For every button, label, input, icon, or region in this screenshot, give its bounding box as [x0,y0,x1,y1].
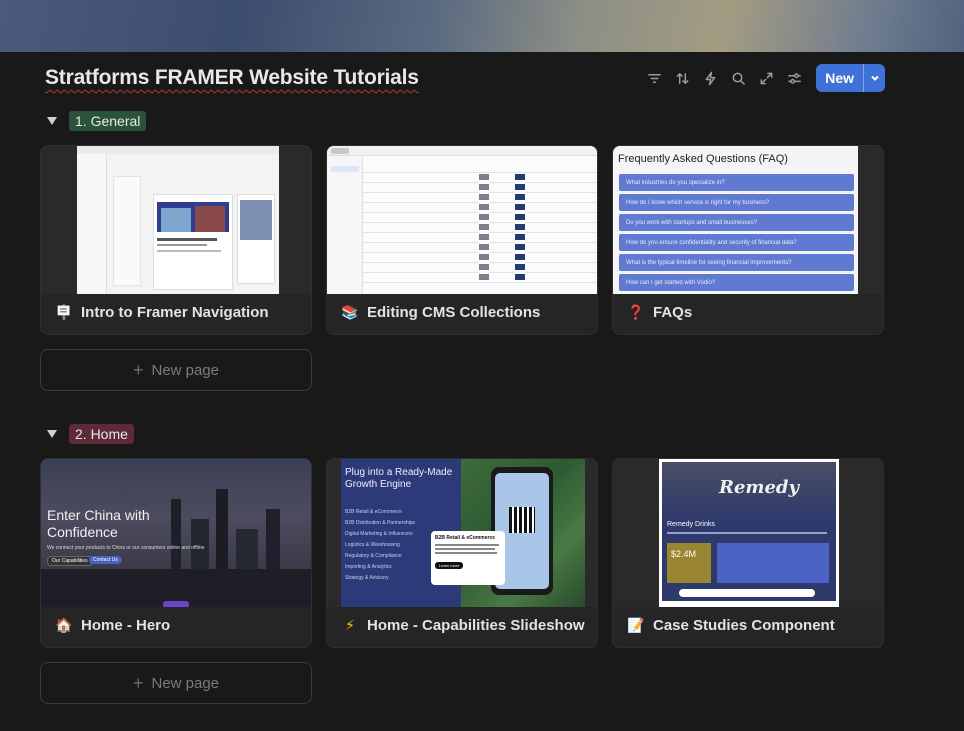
faq-item: How do you ensure confidentiality and se… [619,234,854,251]
capability-item: Logistics & Warehousing [345,542,400,548]
faq-item: How do I know which service is right for… [619,194,854,211]
lightning-icon: ⚡ [345,617,355,633]
hero-subtitle: We connect your products to China or our… [47,545,205,551]
capability-item: Strategy & Advisory [345,575,389,581]
group-header-general: 1. General [45,110,147,132]
filter-icon[interactable] [640,64,668,92]
capability-item: Regulatory & Compliance [345,553,402,559]
new-page-label: New page [151,361,220,379]
gallery-card[interactable]: 🪧 Intro to Framer Navigation [40,145,312,335]
new-button-label[interactable]: New [816,64,863,92]
signboard-icon: 🪧 [55,304,73,320]
card-title: ⚡ Home - Capabilities Slideshow [341,617,585,634]
gallery-card[interactable]: Plug into a Ready-Made Growth Engine B2B… [326,458,598,648]
question-mark-icon: ❓ [627,304,645,320]
collapse-toggle-icon[interactable] [45,427,59,441]
card-title-text: Case Studies Component [653,617,835,634]
card-thumbnail [327,146,597,294]
automation-icon[interactable] [696,64,724,92]
card-title-text: FAQs [653,304,693,321]
capability-item: Digital Marketing & Influencers [345,531,413,537]
books-icon: 📚 [341,304,359,320]
card-title: 📚 Editing CMS Collections [341,304,540,321]
page-header: Stratforms FRAMER Website Tutorials New [45,64,885,94]
gallery-card[interactable]: 📚 Editing CMS Collections [326,145,598,335]
new-page-label: New page [151,674,220,692]
popup-button: Learn more [435,562,464,569]
card-thumbnail: Remedy Remedy Drinks $2.4M [613,459,883,607]
capabilities-heading: Plug into a Ready-Made Growth Engine [345,467,453,490]
faq-item: What industries do you specialize in? [619,174,854,191]
card-title-text: Home - Capabilities Slideshow [367,617,585,634]
case-logo: Remedy [719,477,799,498]
capability-item: B2B Retail & eCommerce [345,509,402,515]
hero-button: Our Capabilities [47,556,93,566]
house-icon: 🏠 [55,617,73,633]
database-toolbar: New [640,64,885,92]
card-thumbnail: Frequently Asked Questions (FAQ) What in… [613,146,883,294]
card-thumbnail [41,146,311,294]
case-stat: $2.4M [671,549,697,559]
group-tag: 1. General [69,111,147,131]
card-title: 🏠 Home - Hero [55,617,170,634]
page-title: Stratforms FRAMER Website Tutorials [45,66,419,89]
gallery-card[interactable]: Frequently Asked Questions (FAQ) What in… [612,145,884,335]
settings-icon[interactable] [780,64,808,92]
gallery-card[interactable]: Remedy Remedy Drinks $2.4M 📝 Case Studies… [612,458,884,648]
faq-item: Do you work with startups and small busi… [619,214,854,231]
case-name: Remedy Drinks [667,521,715,528]
capability-item: Importing & Analytics [345,564,392,570]
expand-icon[interactable] [752,64,780,92]
plus-icon: + [132,359,144,380]
new-page-button[interactable]: + New page [40,662,312,704]
card-title: ❓ FAQs [627,304,692,321]
faq-item: What is the typical timeline for seeing … [619,254,854,271]
gallery-card[interactable]: Enter China with Confidence We connect y… [40,458,312,648]
card-title: 🪧 Intro to Framer Navigation [55,304,269,321]
new-page-button[interactable]: + New page [40,349,312,391]
plus-icon: + [132,672,144,693]
card-title-text: Intro to Framer Navigation [81,304,269,321]
hero-heading: Enter China with Confidence [47,507,150,540]
faq-heading: Frequently Asked Questions (FAQ) [618,153,788,165]
search-icon[interactable] [724,64,752,92]
group-header-home: 2. Home [45,423,134,445]
card-title-text: Home - Hero [81,617,171,634]
collapse-toggle-icon[interactable] [45,114,59,128]
popup-title: B2B Retail & eCommerce [435,535,496,541]
group-tag: 2. Home [69,424,134,444]
new-button: New [816,64,885,92]
sort-icon[interactable] [668,64,696,92]
hero-button: Contact Us [89,556,122,564]
chevron-down-icon[interactable] [863,64,885,92]
page-cover [0,0,964,52]
card-title: 📝 Case Studies Component [627,617,835,634]
card-title-text: Editing CMS Collections [367,304,541,321]
capabilities-list: B2B Retail & eCommerce B2B Distribution … [345,507,415,584]
faq-item: How can I get started with Vudio? [619,274,854,291]
capability-item: B2B Distribution & Partnerships [345,520,416,526]
card-thumbnail: Plug into a Ready-Made Growth Engine B2B… [327,459,597,607]
card-thumbnail: Enter China with Confidence We connect y… [41,459,311,607]
memo-icon: 📝 [627,617,645,633]
